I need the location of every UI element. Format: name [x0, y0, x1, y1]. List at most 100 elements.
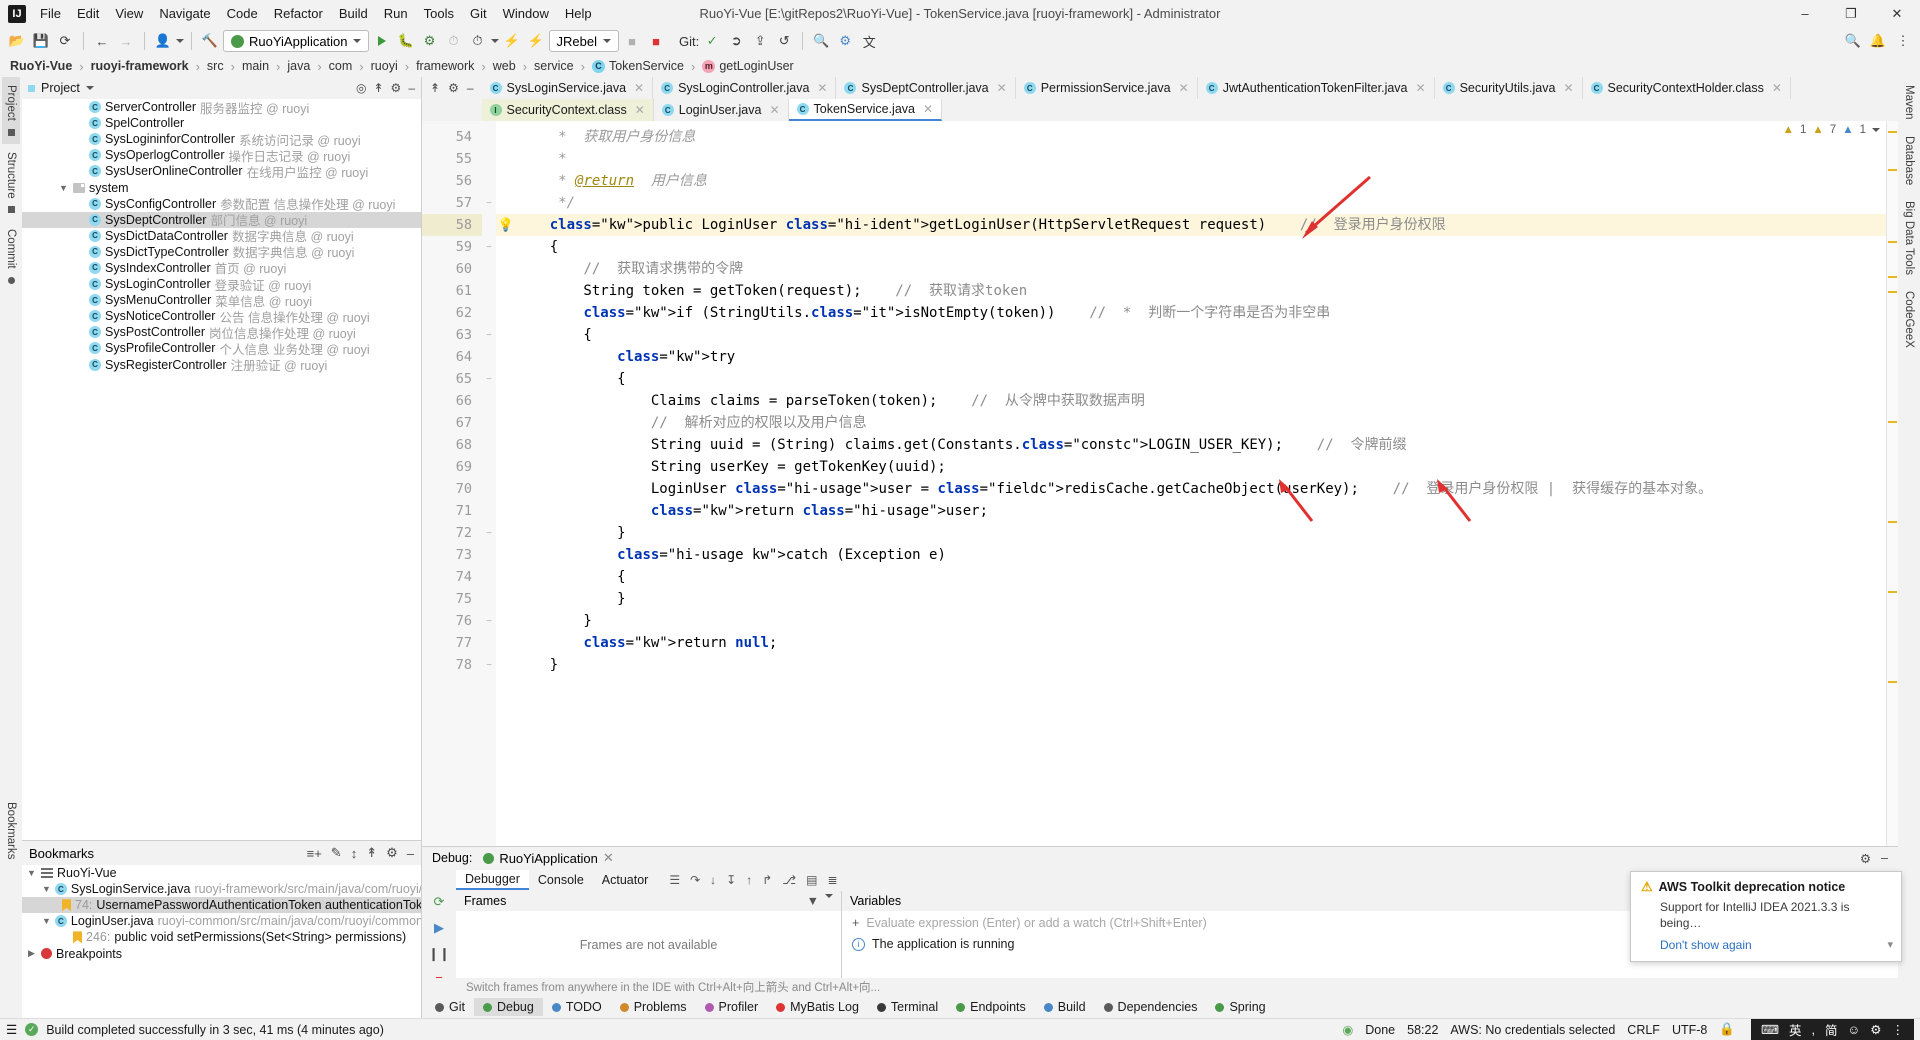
breadcrumb[interactable]: RuoYi-Vue › ruoyi-framework › src › main… — [0, 55, 1920, 77]
menu-item-file[interactable]: File — [32, 3, 69, 24]
git-history-icon[interactable]: ↺ — [773, 30, 795, 52]
editor-tab-tokenservice-java[interactable]: C TokenService.java ✕ — [788, 99, 943, 121]
rail-item-bigdatatools[interactable]: Big Data Tools — [1900, 193, 1918, 283]
chevron-down-icon[interactable]: ▼ — [26, 868, 37, 878]
rail-item-database[interactable]: Database — [1900, 128, 1918, 193]
save-all-icon[interactable]: 💾 — [30, 30, 52, 52]
close-tab-icon[interactable]: ✕ — [923, 102, 933, 116]
bottom-nav-endpoints[interactable]: Endpoints — [947, 998, 1035, 1016]
ime-emoji-icon[interactable]: ☺ — [1848, 1023, 1861, 1037]
ime-indicator[interactable]: ⌨ 英 , 简 ☺ ⚙ ⋮ — [1750, 1018, 1914, 1040]
attach-process-button[interactable]: ⏱ — [467, 30, 489, 52]
error-stripe-mark[interactable] — [1888, 276, 1897, 278]
debug-tab-console[interactable]: Console — [529, 871, 593, 889]
menu-item-edit[interactable]: Edit — [69, 3, 107, 24]
bookmark-row[interactable]: ▼ C SysLoginService.java ruoyi-framework/sr… — [22, 881, 421, 897]
toast-dont-show-again-link[interactable]: Don't show again — [1660, 938, 1891, 952]
bookmark-row[interactable]: 74: UsernamePasswordAuthenticationToken a… — [22, 897, 421, 914]
frames-filter-icon[interactable]: ▼ — [807, 894, 819, 908]
debug-settings-icon[interactable]: ⚙ — [1860, 851, 1871, 866]
editor-tab-sysloginservice-java[interactable]: C SysLoginService.java ✕ — [481, 77, 654, 99]
menu-bar[interactable]: File Edit View Navigate Code Refactor Bu… — [32, 3, 600, 24]
menu-item-run[interactable]: Run — [376, 3, 416, 24]
editor-tab-securityutils-java[interactable]: C SecurityUtils.java ✕ — [1434, 77, 1583, 99]
window-controls[interactable]: – ❐ ✕ — [1782, 0, 1920, 27]
code-line[interactable]: // 解析对应的权限以及用户信息 — [516, 412, 1886, 434]
close-tab-icon[interactable]: ✕ — [1179, 81, 1189, 95]
code-line[interactable]: } — [516, 522, 1886, 544]
forward-icon[interactable]: → — [115, 30, 137, 52]
run-configuration-selector[interactable]: RuoYiApplication — [223, 30, 369, 52]
code-line[interactable]: */ — [516, 192, 1886, 214]
code-line[interactable]: class="kw">public LoginUser class="hi-id… — [516, 214, 1886, 236]
toast-chevron-down-icon[interactable]: ▾ — [1887, 938, 1893, 951]
code-text[interactable]: * 获取用户身份信息 * * @return 用户信息 */ class="kw… — [516, 121, 1886, 846]
line-number[interactable]: 62 — [422, 302, 482, 324]
ime-mode[interactable]: 简 — [1825, 1020, 1838, 1039]
editor-tab-securitycontextholder-class[interactable]: C SecurityContextHolder.class ✕ — [1582, 77, 1791, 99]
editor-settings-icon[interactable]: ⚙ — [448, 81, 459, 95]
layout-icon[interactable]: ☰ — [669, 873, 680, 887]
code-line[interactable]: class="kw">return null; — [516, 632, 1886, 654]
status-menu-icon[interactable]: ☰ — [6, 1022, 17, 1037]
close-tab-icon[interactable]: ✕ — [817, 81, 827, 95]
close-session-icon[interactable]: ✕ — [603, 850, 614, 866]
editor-tab-row-1[interactable]: ↟ ⚙ – C SysLoginService.java ✕ C SysLoginCon… — [422, 77, 1898, 99]
error-stripe-mark[interactable] — [1888, 241, 1897, 243]
toolbar-overflow-icon[interactable]: ⋮ — [1892, 30, 1914, 52]
step-out-icon[interactable]: ↑ — [746, 873, 752, 887]
line-number[interactable]: 65 — [422, 368, 482, 390]
jrebel-debug-button[interactable]: ⚡ — [525, 30, 547, 52]
code-folding-column[interactable]: − − − − − − − — [482, 121, 496, 846]
line-number[interactable]: 74 — [422, 566, 482, 588]
rail-item-maven[interactable]: Maven — [1900, 77, 1918, 128]
breadcrumb-item-service[interactable]: service — [532, 59, 576, 73]
debug-button[interactable]: 🐛 — [395, 30, 417, 52]
threads-icon[interactable]: ≣ — [827, 873, 837, 887]
pause-program-icon[interactable]: ❙❙ — [428, 946, 450, 962]
bottom-nav-mybatis-log[interactable]: MyBatis Log — [767, 998, 868, 1016]
code-line[interactable]: class="kw">if (StringUtils.class="it">is… — [516, 302, 1886, 324]
project-tree[interactable]: C ServerController 服务器监控 @ ruoyi C SpelContr… — [22, 99, 421, 840]
debug-session-tab[interactable]: RuoYiApplication ✕ — [479, 847, 617, 869]
editor-tab-row-2[interactable]: ↟⚙– ISecurityContext.class✕CLoginUser.ja… — [422, 99, 1898, 121]
code-line[interactable]: * — [516, 148, 1886, 170]
resume-program-icon[interactable]: ▶ — [434, 920, 444, 936]
bookmark-row[interactable]: ▼ RuoYi-Vue — [22, 865, 421, 881]
profile-chevron-down-icon[interactable] — [176, 39, 184, 43]
profile-run-button[interactable]: ⏱ — [443, 30, 465, 52]
toolbar-search-icon[interactable]: 🔍 — [1842, 30, 1864, 52]
line-number[interactable]: 56 — [422, 170, 482, 192]
code-fold-marker[interactable]: − — [482, 324, 496, 346]
project-tree-row[interactable]: C SysDictDataController 数据字典信息 @ ruoyi — [22, 228, 421, 244]
bottom-nav-debug[interactable]: Debug — [473, 998, 543, 1016]
jrebel-run-button[interactable]: ⚡ — [501, 30, 523, 52]
code-fold-marker[interactable]: − — [482, 610, 496, 632]
ide-settings-icon[interactable]: ⚙ — [834, 30, 856, 52]
bottom-nav-spring[interactable]: Spring — [1206, 998, 1274, 1016]
breadcrumb-item-web[interactable]: web — [491, 59, 518, 73]
code-line[interactable]: LoginUser class="hi-usage">user = class=… — [516, 478, 1886, 500]
bookmark-row[interactable]: ▼ C LoginUser.java ruoyi-common/src/main/ja… — [22, 913, 421, 929]
line-number[interactable]: 73 — [422, 544, 482, 566]
build-hammer-icon[interactable]: 🔨 — [199, 30, 221, 52]
project-tree-row[interactable]: C SysRegisterController 注册验证 @ ruoyi — [22, 357, 421, 373]
code-line[interactable]: { — [516, 324, 1886, 346]
status-lock-icon[interactable]: 🔒 — [1719, 1022, 1735, 1037]
translate-icon[interactable]: 文 — [858, 30, 880, 52]
force-step-into-icon[interactable]: ↧ — [726, 873, 736, 887]
code-line[interactable]: } — [516, 610, 1886, 632]
line-number[interactable]: 75 — [422, 588, 482, 610]
error-stripe-mark[interactable] — [1888, 131, 1897, 133]
error-stripe-mark[interactable] — [1888, 521, 1897, 523]
project-tree-row[interactable]: C SysDeptController 部门信息 @ ruoyi — [22, 211, 421, 228]
bookmark-row[interactable]: ▶ Breakpoints — [22, 945, 421, 961]
step-into-icon[interactable]: ↓ — [710, 873, 716, 887]
code-line[interactable]: { — [516, 236, 1886, 258]
close-tab-icon[interactable]: ✕ — [997, 81, 1007, 95]
code-line[interactable]: class="hi-usage kw">catch (Exception e) — [516, 544, 1886, 566]
maximize-button[interactable]: ❐ — [1828, 0, 1874, 27]
chevron-down-icon[interactable]: ▼ — [42, 916, 51, 926]
evaluate-icon[interactable]: ⎇ — [782, 873, 796, 887]
code-line[interactable]: * @return 用户信息 — [516, 170, 1886, 192]
